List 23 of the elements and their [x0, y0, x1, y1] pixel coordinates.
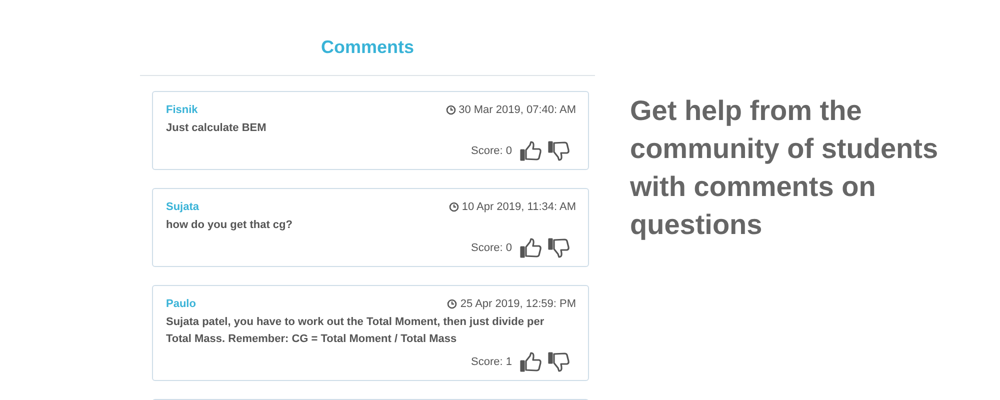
comment-score: Score: 0: [471, 242, 512, 254]
promo-headline: Get help from the community of students with comments on questions: [630, 94, 940, 242]
clock-icon: [446, 105, 456, 115]
comment-score: Score: 0: [471, 145, 512, 157]
comment-score: Score: 1: [471, 356, 512, 368]
clock-icon: [447, 299, 458, 309]
comment-time: 25 Apr 2019, 12:59: PM: [460, 298, 576, 310]
thumbs-down-icon[interactable]: [548, 352, 570, 372]
comment-time: 10 Apr 2019, 11:34: AM: [462, 201, 576, 213]
thumbs-up-icon[interactable]: [520, 352, 542, 372]
comment-text: how do you get that cg?: [166, 218, 294, 233]
comment-text: Just calculate BEM: [166, 121, 268, 136]
clock-icon: [448, 202, 459, 212]
thumbs-down-icon[interactable]: [548, 141, 570, 161]
comment-author: Fisnik: [166, 104, 198, 116]
comment-author: Paulo: [166, 298, 196, 310]
comment-author: Sujata: [166, 201, 200, 213]
thumbs-down-icon[interactable]: [548, 238, 570, 258]
section-title: Comments: [320, 37, 414, 57]
thumbs-up-icon[interactable]: [520, 141, 542, 161]
thumbs-up-icon[interactable]: [520, 238, 542, 258]
comment-time: 30 Mar 2019, 07:40: AM: [458, 104, 576, 116]
comment-text: Sujata patel, you have to work out the Total Moment, then just divide per Total Mass. Remember: CG = Total Moment / Total Mass: [166, 315, 546, 347]
